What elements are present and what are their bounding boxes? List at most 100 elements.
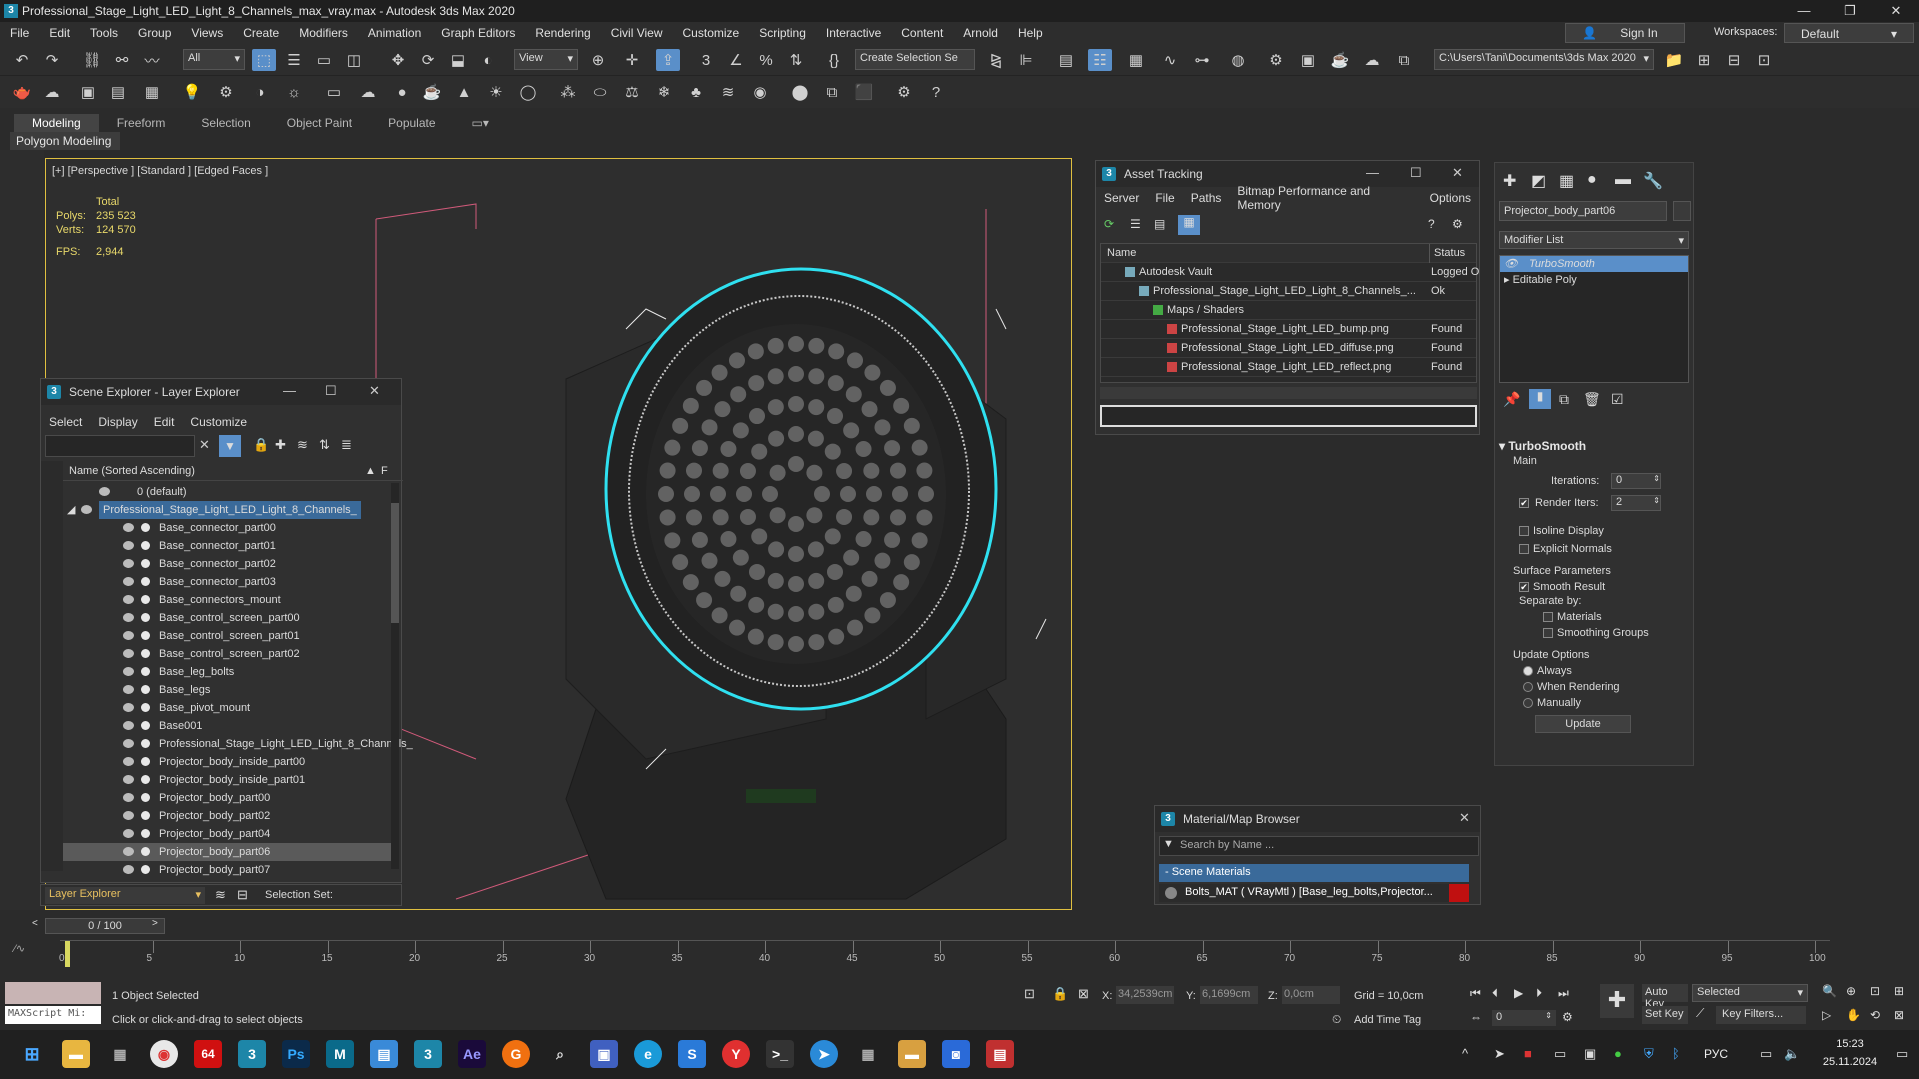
time-tag-icon[interactable]: ⏲ bbox=[1332, 1012, 1341, 1027]
asset-horizontal-scrollbar[interactable] bbox=[1100, 387, 1477, 399]
vray-cube-icon[interactable]: ⬛ bbox=[852, 81, 876, 103]
stack-item-editable-poly[interactable]: ▸ Editable Poly bbox=[1500, 272, 1688, 288]
zoom-extents-all-icon[interactable]: ⊞ bbox=[1894, 984, 1904, 998]
goto-start-icon[interactable]: ⏮ bbox=[1470, 986, 1481, 1001]
maya-icon[interactable]: M bbox=[326, 1040, 354, 1068]
schematic-view-icon[interactable]: ⊶ bbox=[1190, 49, 1214, 71]
material-editor-icon[interactable]: ◍ bbox=[1226, 49, 1250, 71]
vray-sphere-fade-icon[interactable]: ◯ bbox=[516, 81, 540, 103]
telegram-icon[interactable]: ➤ bbox=[810, 1040, 838, 1068]
vray-material-browser-icon[interactable]: ⧉ bbox=[820, 81, 844, 103]
expand-triangle-icon[interactable]: ▸ bbox=[1504, 274, 1513, 286]
grid-app-icon[interactable]: ▦ bbox=[854, 1040, 882, 1068]
curve-editor-icon[interactable]: ∿ bbox=[1158, 49, 1182, 71]
iterations-spinner[interactable]: 0 ⇕ bbox=[1611, 473, 1661, 489]
vray-ies-icon[interactable]: ⚙ bbox=[214, 81, 238, 103]
notification-icon[interactable]: ▭ bbox=[1896, 1046, 1908, 1062]
yandex-icon[interactable]: Y bbox=[722, 1040, 750, 1068]
render-in-cloud-icon[interactable]: ☁ bbox=[1360, 49, 1384, 71]
menu-file[interactable]: File bbox=[1147, 191, 1182, 205]
menu-content[interactable]: Content bbox=[891, 26, 953, 40]
settings-icon[interactable]: ⚙ bbox=[1452, 217, 1463, 231]
vray-dome-icon[interactable]: ◑ bbox=[248, 81, 272, 103]
object-row[interactable]: Projector_body_part00 bbox=[63, 789, 393, 807]
asset-row[interactable]: Maps / Shaders bbox=[1101, 301, 1476, 320]
render-tool-icon[interactable]: ⧉ bbox=[1392, 49, 1416, 71]
smoothing-groups-option[interactable]: Smoothing Groups bbox=[1499, 627, 1679, 639]
menu-modifiers[interactable]: Modifiers bbox=[289, 26, 358, 40]
show-end-result-icon[interactable]: ▮ bbox=[1529, 389, 1551, 409]
object-row[interactable]: Base_control_screen_part01 bbox=[63, 627, 393, 645]
select-by-name-icon[interactable]: ☰ bbox=[282, 49, 306, 71]
vray-sunlight-icon[interactable]: ☀ bbox=[484, 81, 508, 103]
volume-icon[interactable]: 🔈 bbox=[1784, 1046, 1800, 1062]
visibility-eye-icon[interactable] bbox=[123, 811, 134, 820]
save-icon[interactable]: ▣ bbox=[590, 1040, 618, 1068]
set-key-button[interactable]: Set Key bbox=[1642, 1006, 1688, 1024]
tab-populate[interactable]: Populate bbox=[370, 114, 453, 132]
fov-icon[interactable]: ▷ bbox=[1822, 1008, 1831, 1022]
guard-icon[interactable]: G bbox=[502, 1040, 530, 1068]
edit-named-selection-icon[interactable]: {} bbox=[822, 49, 846, 71]
camera-icon[interactable]: ◙ bbox=[942, 1040, 970, 1068]
turbosmooth-rollout-title[interactable]: ▾ TurboSmooth bbox=[1499, 439, 1679, 453]
menu-civil-view[interactable]: Civil View bbox=[601, 26, 673, 40]
object-row[interactable]: Base_connector_part01 bbox=[63, 537, 393, 555]
menu-bitmap-performance[interactable]: Bitmap Performance and Memory bbox=[1229, 184, 1421, 212]
prev-frame-icon[interactable]: < bbox=[32, 918, 38, 929]
next-frame-icon[interactable]: > bbox=[152, 918, 158, 929]
smooth-result-checkbox[interactable]: ✔ bbox=[1519, 582, 1529, 593]
vfb-icon[interactable]: ▣ bbox=[76, 81, 100, 103]
new-layer-icon[interactable]: ✚ bbox=[275, 437, 286, 453]
app-s-icon[interactable]: S bbox=[678, 1040, 706, 1068]
rendered-frame-window-icon[interactable]: ▣ bbox=[1296, 49, 1320, 71]
clock-date[interactable]: 25.11.2024 bbox=[1814, 1056, 1886, 1068]
stack-item-turbosmooth[interactable]: 👁 TurboSmooth bbox=[1500, 256, 1688, 272]
vray-displacement-icon[interactable]: ⚖ bbox=[620, 81, 644, 103]
scene-explorer-titlebar[interactable]: 3 Scene Explorer - Layer Explorer — ☐ ✕ bbox=[41, 379, 401, 405]
vray-pills-icon[interactable]: ⬭ bbox=[588, 81, 612, 103]
set-key-big-icon[interactable]: ✚ bbox=[1600, 984, 1634, 1018]
visibility-eye-icon[interactable] bbox=[123, 757, 134, 766]
vray-teapot-icon[interactable]: 🫖 bbox=[10, 81, 34, 103]
link-icon[interactable]: ⛓ bbox=[80, 49, 104, 71]
close-icon[interactable]: ✕ bbox=[1459, 810, 1470, 826]
3dsmax-alt-icon[interactable]: 3 bbox=[414, 1040, 442, 1068]
expand-triangle-icon[interactable]: ◢ bbox=[67, 501, 75, 519]
visibility-eye-icon[interactable] bbox=[123, 577, 134, 586]
vray-settings-icon[interactable]: ⚙ bbox=[892, 81, 916, 103]
select-object-icon[interactable]: ⬚ bbox=[252, 49, 276, 71]
create-tab-icon[interactable]: ✚ bbox=[1503, 171, 1516, 191]
asset-path-field[interactable] bbox=[1100, 405, 1477, 427]
menu-views[interactable]: Views bbox=[181, 26, 233, 40]
display-tab-icon[interactable]: ▬ bbox=[1615, 171, 1631, 189]
visibility-eye-icon[interactable] bbox=[81, 505, 92, 514]
menu-file[interactable]: File bbox=[0, 26, 39, 40]
tray-green-icon[interactable]: ● bbox=[1614, 1046, 1622, 1061]
language-indicator[interactable]: РУС bbox=[1704, 1047, 1728, 1061]
redo-icon[interactable]: ↷ bbox=[40, 49, 64, 71]
vray-scatter-icon[interactable]: ⁂ bbox=[556, 81, 580, 103]
orbit-icon[interactable]: ⟲ bbox=[1870, 1008, 1880, 1022]
placement-icon[interactable]: ◐ bbox=[476, 49, 500, 71]
menu-group[interactable]: Group bbox=[128, 26, 181, 40]
scale-icon[interactable]: ⬓ bbox=[446, 49, 470, 71]
vray-plane-icon[interactable]: ▭ bbox=[322, 81, 346, 103]
object-row[interactable]: Base_control_screen_part02 bbox=[63, 645, 393, 663]
material-item-bolts[interactable]: Bolts_MAT ( VRayMtl ) [Base_leg_bolts,Pr… bbox=[1159, 884, 1469, 902]
align-icon[interactable]: ⊫ bbox=[1014, 49, 1038, 71]
menu-paths[interactable]: Paths bbox=[1183, 191, 1230, 205]
visibility-eye-icon[interactable] bbox=[123, 739, 134, 748]
layer-stack-icon[interactable]: ≋ bbox=[215, 887, 226, 903]
object-row[interactable]: Base_legs bbox=[63, 681, 393, 699]
vray-table-icon[interactable]: ▦ bbox=[140, 81, 164, 103]
network-icon[interactable]: ▭ bbox=[1760, 1046, 1772, 1062]
render-setup-icon[interactable]: ⚙ bbox=[1264, 49, 1288, 71]
scene-materials-section[interactable]: - Scene Materials bbox=[1159, 864, 1469, 882]
visibility-eye-icon[interactable] bbox=[123, 685, 134, 694]
visibility-eye-icon[interactable] bbox=[123, 559, 134, 568]
play-icon[interactable]: ▶ bbox=[1514, 986, 1523, 1000]
sort-icon[interactable]: ⇅ bbox=[319, 437, 330, 453]
menu-animation[interactable]: Animation bbox=[358, 26, 431, 40]
asset-row[interactable]: Professional_Stage_Light_LED_diffuse.png… bbox=[1101, 339, 1476, 358]
